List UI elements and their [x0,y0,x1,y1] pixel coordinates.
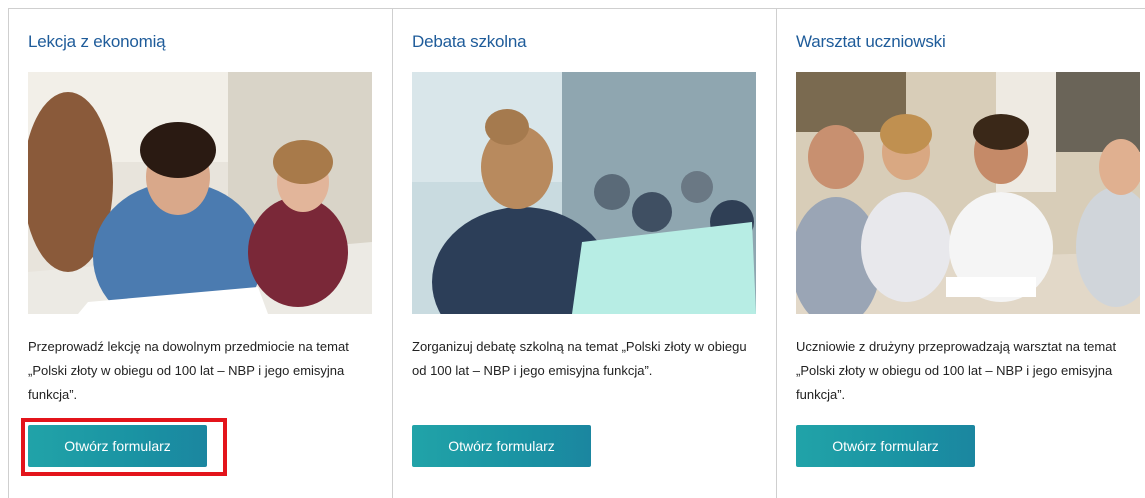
cards-grid: Lekcja z ekonomią Przeprowadź lekcję na … [8,8,1145,498]
card-description: Uczniowie z drużyny przeprowadzają warsz… [796,339,1117,402]
open-form-button[interactable]: Otwórz formularz [796,425,975,467]
card-photo [412,72,756,314]
card-title: Warsztat uczniowski [796,32,946,51]
card-description: Przeprowadź lekcję na dowolnym przedmioc… [28,339,349,402]
open-form-button[interactable]: Otwórz formularz [28,425,207,467]
card-warsztat: Warsztat uczniowski Uczniowie z drużyny … [776,8,1145,498]
card-title: Debata szkolna [412,32,527,51]
card-photo [796,72,1140,314]
card-debata: Debata szkolna Zorganizuj debatę szkolną… [392,8,776,498]
card-title: Lekcja z ekonomią [28,32,166,51]
card-description: Zorganizuj debatę szkolną na temat „Pols… [412,339,747,378]
card-lekcja: Lekcja z ekonomią Przeprowadź lekcję na … [8,8,392,498]
open-form-button[interactable]: Otwórz formularz [412,425,591,467]
card-photo [28,72,372,314]
